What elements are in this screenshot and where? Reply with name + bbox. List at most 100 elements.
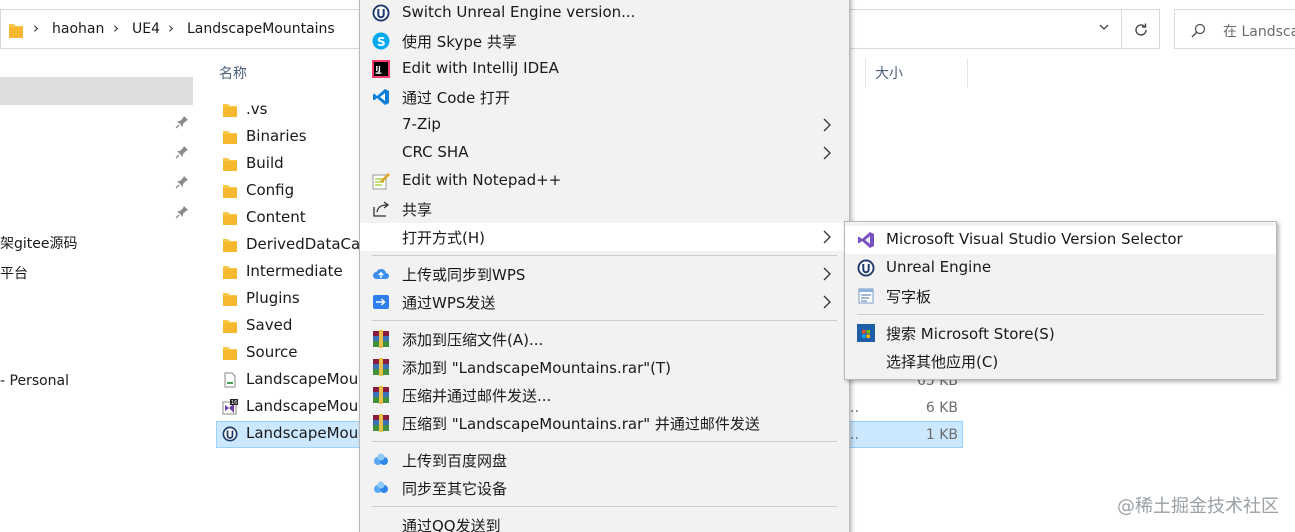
column-divider[interactable] <box>967 58 968 88</box>
folder-icon <box>223 185 237 198</box>
svg-text:S: S <box>377 35 386 49</box>
menu-item-compress-rar-email[interactable]: 压缩到 "LandscapeMountains.rar" 并通过邮件发送 <box>360 409 849 437</box>
winrar-icon <box>373 414 389 432</box>
chevron-down-icon[interactable] <box>1099 22 1109 32</box>
nav-item-platform[interactable]: 平台 <box>0 263 28 283</box>
column-divider[interactable] <box>865 58 866 88</box>
chevron-right-icon: › <box>33 19 39 37</box>
refresh-button[interactable] <box>1122 9 1160 49</box>
unreal-engine-icon <box>857 259 875 277</box>
menu-item-wps-send[interactable]: 通过WPS发送 <box>360 288 849 316</box>
menu-item-open-with[interactable]: 打开方式(H) <box>360 223 849 251</box>
file-size: 1 KB <box>925 427 958 443</box>
file-row[interactable]: LandscapeMoun <box>217 367 368 393</box>
menu-item-notepad-plus[interactable]: Edit with Notepad++ <box>360 167 849 195</box>
visual-studio-icon <box>858 232 874 248</box>
file-row[interactable]: Intermediate <box>217 259 367 285</box>
menu-item-vscode[interactable]: 通过 Code 打开 <box>360 83 849 111</box>
submenu-item-ms-store[interactable]: 搜索 Microsoft Store(S) <box>845 319 1276 347</box>
submenu-item-choose-other-app[interactable]: 选择其他应用(C) <box>845 347 1276 375</box>
submenu-item-label: 搜索 Microsoft Store(S) <box>886 325 1055 343</box>
chevron-right-icon <box>823 118 831 132</box>
search-box[interactable]: 在 Landscape <box>1174 9 1295 49</box>
file-name: Source <box>246 343 298 361</box>
file-name: Saved <box>246 316 293 334</box>
menu-item-label: 共享 <box>402 201 433 219</box>
file-name: Plugins <box>246 289 300 307</box>
menu-item-crc-sha[interactable]: CRC SHA <box>360 139 849 167</box>
submenu-item-vs-version-selector[interactable]: Microsoft Visual Studio Version Selector <box>845 226 1276 254</box>
menu-item-label: 打开方式(H) <box>402 229 485 247</box>
menu-item-label: 上传或同步到WPS <box>402 266 526 284</box>
wps-upload-icon <box>373 268 389 279</box>
folder-icon <box>223 131 237 144</box>
menu-item-switch-unreal-version[interactable]: Switch Unreal Engine version... <box>360 0 849 27</box>
menu-item-share[interactable]: 共享 <box>360 195 849 223</box>
menu-item-label: Edit with Notepad++ <box>402 171 562 189</box>
column-header-name[interactable]: 名称 <box>219 63 247 83</box>
menu-item-label: 添加到压缩文件(A)... <box>402 331 544 349</box>
breadcrumb-landscapemountains[interactable]: LandscapeMountains <box>187 21 335 37</box>
winrar-icon <box>373 330 389 348</box>
menu-item-compress-email[interactable]: 压缩并通过邮件发送... <box>360 381 849 409</box>
pin-icon[interactable] <box>175 115 189 129</box>
file-row[interactable]: Binaries <box>217 124 367 150</box>
search-input[interactable]: 在 Landscape <box>1223 21 1295 41</box>
folder-icon <box>223 320 237 333</box>
menu-item-add-archive[interactable]: 添加到压缩文件(A)... <box>360 325 849 353</box>
visual-studio-file-icon: 16 <box>222 399 238 415</box>
share-icon <box>373 201 390 217</box>
file-row[interactable]: Content <box>217 205 367 231</box>
file-row[interactable]: .vs <box>217 97 367 123</box>
file-name: Intermediate <box>246 262 343 280</box>
submenu-item-wordpad[interactable]: 写字板 <box>845 282 1276 310</box>
chevron-right-icon <box>823 267 831 281</box>
pin-icon[interactable] <box>175 175 189 189</box>
nav-item-gitee[interactable]: 架gitee源码 <box>0 233 78 253</box>
menu-item-baidu-upload[interactable]: 上传到百度网盘 <box>360 446 849 474</box>
file-row[interactable]: Source <box>217 340 367 366</box>
wordpad-icon <box>858 288 874 304</box>
file-row[interactable]: Plugins <box>217 286 367 312</box>
menu-item-7zip[interactable]: 7-Zip <box>360 111 849 139</box>
menu-item-label: 上传到百度网盘 <box>402 452 508 470</box>
pin-icon[interactable] <box>175 145 189 159</box>
file-row[interactable]: Build <box>217 151 367 177</box>
menu-item-sync-devices[interactable]: 同步至其它设备 <box>360 474 849 502</box>
folder-icon <box>9 24 23 38</box>
file-name: LandscapeMoun <box>246 370 368 388</box>
svg-text:16: 16 <box>231 400 237 406</box>
menu-item-wps-upload[interactable]: 上传或同步到WPS <box>360 260 849 288</box>
submenu-item-unreal-engine[interactable]: Unreal Engine <box>845 254 1276 282</box>
menu-item-qq-send[interactable]: 通过QQ发送到 <box>360 511 849 532</box>
truncated-column-text: .. <box>850 400 859 416</box>
baidu-netdisk-icon <box>374 453 388 465</box>
folder-icon <box>223 266 237 279</box>
menu-item-label: 通过 Code 打开 <box>402 89 510 107</box>
breadcrumb-haohan[interactable]: haohan <box>52 21 104 37</box>
pin-icon[interactable] <box>175 205 189 219</box>
folder-icon <box>223 212 237 225</box>
menu-item-label: 使用 Skype 共享 <box>402 33 517 51</box>
file-row[interactable]: Config <box>217 178 367 204</box>
chevron-right-icon <box>823 146 831 160</box>
refresh-icon <box>1135 23 1147 36</box>
truncated-column-text: .. <box>850 427 859 443</box>
intellij-icon: IJ <box>372 60 390 78</box>
menu-item-add-to-rar[interactable]: 添加到 "LandscapeMountains.rar"(T) <box>360 353 849 381</box>
menu-item-label: Edit with IntelliJ IDEA <box>402 59 559 77</box>
file-icon <box>224 372 236 388</box>
menu-separator <box>372 255 837 256</box>
file-row[interactable]: 16 LandscapeMoun <box>217 394 368 420</box>
column-header-size[interactable]: 大小 <box>875 63 903 83</box>
file-row[interactable]: DerivedDataCac <box>217 232 368 258</box>
vscode-icon <box>373 89 389 105</box>
file-name: LandscapeMoun <box>246 424 368 442</box>
nav-selected-item[interactable] <box>0 77 193 105</box>
menu-item-skype-share[interactable]: S 使用 Skype 共享 <box>360 27 849 55</box>
menu-item-intellij[interactable]: IJ Edit with IntelliJ IDEA <box>360 55 849 83</box>
breadcrumb-ue4[interactable]: UE4 <box>132 21 160 37</box>
file-row-selected[interactable]: LandscapeMoun <box>217 421 368 447</box>
file-row[interactable]: Saved <box>217 313 367 339</box>
nav-item-personal[interactable]: - Personal <box>0 373 69 389</box>
